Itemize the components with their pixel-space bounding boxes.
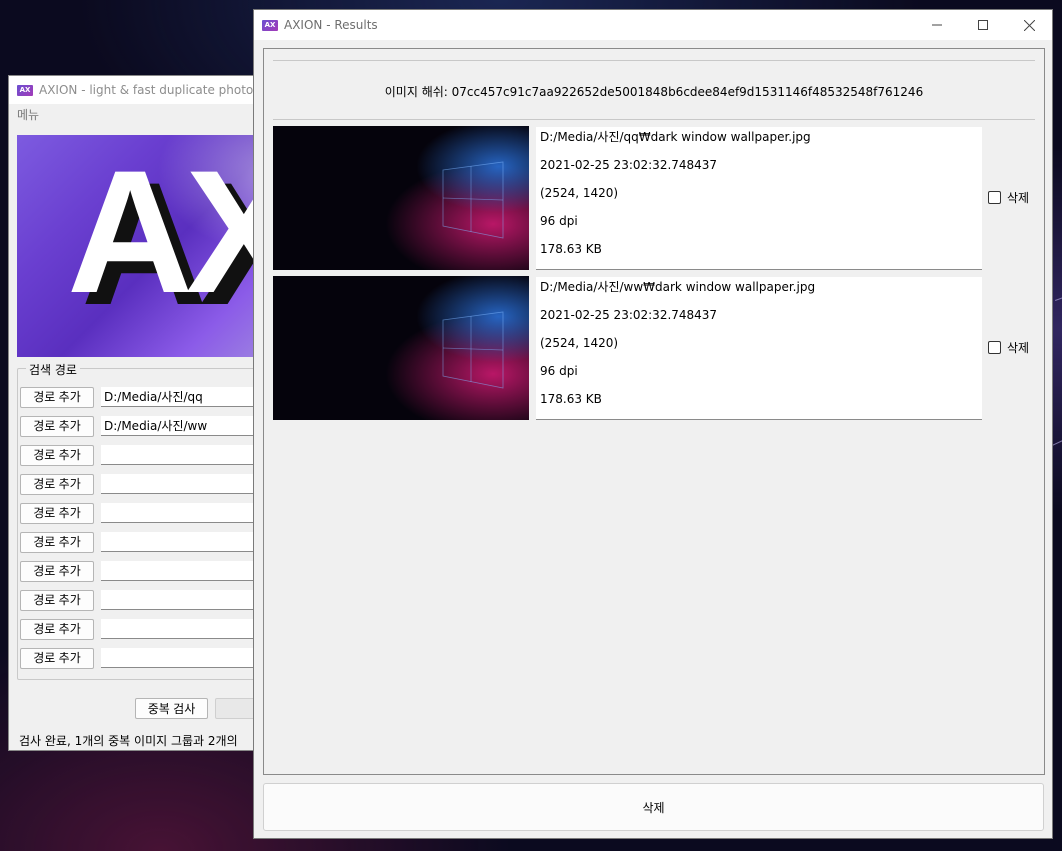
path-row: 경로 추가 [20,387,275,409]
add-path-button[interactable]: 경로 추가 [20,445,94,466]
delete-button[interactable]: 삭제 [263,783,1044,831]
result-info: D:/Media/사진/ww₩dark window wallpaper.jpg… [536,277,982,420]
delete-checkbox[interactable]: 삭제 [988,189,1029,206]
wallpaper-streak [1052,439,1062,446]
image-dpi: 96 dpi [540,364,578,378]
delete-checkbox[interactable]: 삭제 [988,339,1029,356]
file-size: 178.63 KB [540,392,602,406]
add-path-button[interactable]: 경로 추가 [20,532,94,553]
path-input[interactable] [101,561,275,581]
result-info: D:/Media/사진/qq₩dark window wallpaper.jpg… [536,127,982,270]
path-input[interactable] [101,503,275,523]
image-resolution: (2524, 1420) [540,336,619,350]
path-row: 경로 추가 [20,503,275,525]
path-input[interactable] [101,387,275,407]
main-window: AX AXION - light & fast duplicate photo … [8,75,276,751]
result-thumbnail [273,126,529,270]
add-path-button[interactable]: 경로 추가 [20,387,94,408]
file-path: D:/Media/사진/ww₩dark window wallpaper.jpg [540,280,816,294]
path-row: 경로 추가 [20,590,275,612]
path-row: 경로 추가 [20,445,275,467]
path-row: 경로 추가 [20,416,275,438]
path-input[interactable] [101,648,275,668]
results-window-titlebar[interactable]: AX AXION - Results [254,10,1052,40]
add-path-button[interactable]: 경로 추가 [20,590,94,611]
close-icon [1023,19,1035,31]
hash-divider [273,119,1035,120]
results-window-title: AXION - Results [284,18,378,32]
add-path-button[interactable]: 경로 추가 [20,416,94,437]
results-window: AX AXION - Results 이미지 해쉬: 07cc457c91c7a… [253,9,1053,839]
add-path-button[interactable]: 경로 추가 [20,561,94,582]
path-row: 경로 추가 [20,619,275,641]
image-hash-label: 이미지 해쉬: 07cc457c91c7aa922652de5001848b6c… [384,85,924,99]
main-window-titlebar[interactable]: AX AXION - light & fast duplicate photo … [9,76,275,104]
maximize-icon [978,20,988,30]
delete-checkbox-label: 삭제 [1007,341,1030,355]
path-row: 경로 추가 [20,474,275,496]
file-size: 178.63 KB [540,242,602,256]
result-thumbnail [273,276,529,420]
add-path-button[interactable]: 경로 추가 [20,503,94,524]
result-item: D:/Media/사진/qq₩dark window wallpaper.jpg… [273,126,1043,270]
path-input[interactable] [101,445,275,465]
minimize-button[interactable] [914,10,960,40]
result-item: D:/Media/사진/ww₩dark window wallpaper.jpg… [273,276,1043,420]
file-path: D:/Media/사진/qq₩dark window wallpaper.jpg [540,130,811,144]
add-path-button[interactable]: 경로 추가 [20,619,94,640]
file-datetime: 2021-02-25 23:02:32.748437 [540,158,718,172]
checkbox-box[interactable] [988,341,1001,354]
minimize-icon [932,24,942,26]
path-row: 경로 추가 [20,648,275,670]
wallpaper-streak [1055,296,1062,301]
path-row: 경로 추가 [20,561,275,583]
menu-bar: 메뉴 [9,104,275,126]
path-input[interactable] [101,474,275,494]
status-text: 검사 완료, 1개의 중복 이미지 그룹과 2개의 [19,734,238,748]
path-input[interactable] [101,590,275,610]
image-dpi: 96 dpi [540,214,578,228]
axion-app-icon: AX [17,84,33,96]
path-row: 경로 추가 [20,532,275,554]
checkbox-box[interactable] [988,191,1001,204]
path-input[interactable] [101,532,275,552]
top-divider [273,60,1035,61]
image-resolution: (2524, 1420) [540,186,619,200]
add-path-button[interactable]: 경로 추가 [20,648,94,669]
add-path-button[interactable]: 경로 추가 [20,474,94,495]
delete-checkbox-label: 삭제 [1007,191,1030,205]
main-window-title: AXION - light & fast duplicate photo fin [39,83,273,97]
results-panel: 이미지 해쉬: 07cc457c91c7aa922652de5001848b6c… [263,48,1045,775]
path-input[interactable] [101,416,275,436]
close-button[interactable] [1006,10,1052,40]
axion-banner-logo: AX [17,135,276,357]
banner-logo-text: AX [67,135,276,330]
search-path-group-label: 검색 경로 [26,361,80,378]
duplicate-search-button[interactable]: 중복 검사 [135,698,208,719]
menu-item[interactable]: 메뉴 [17,108,39,122]
maximize-button[interactable] [960,10,1006,40]
axion-app-icon: AX [262,19,278,31]
file-datetime: 2021-02-25 23:02:32.748437 [540,308,718,322]
path-input[interactable] [101,619,275,639]
